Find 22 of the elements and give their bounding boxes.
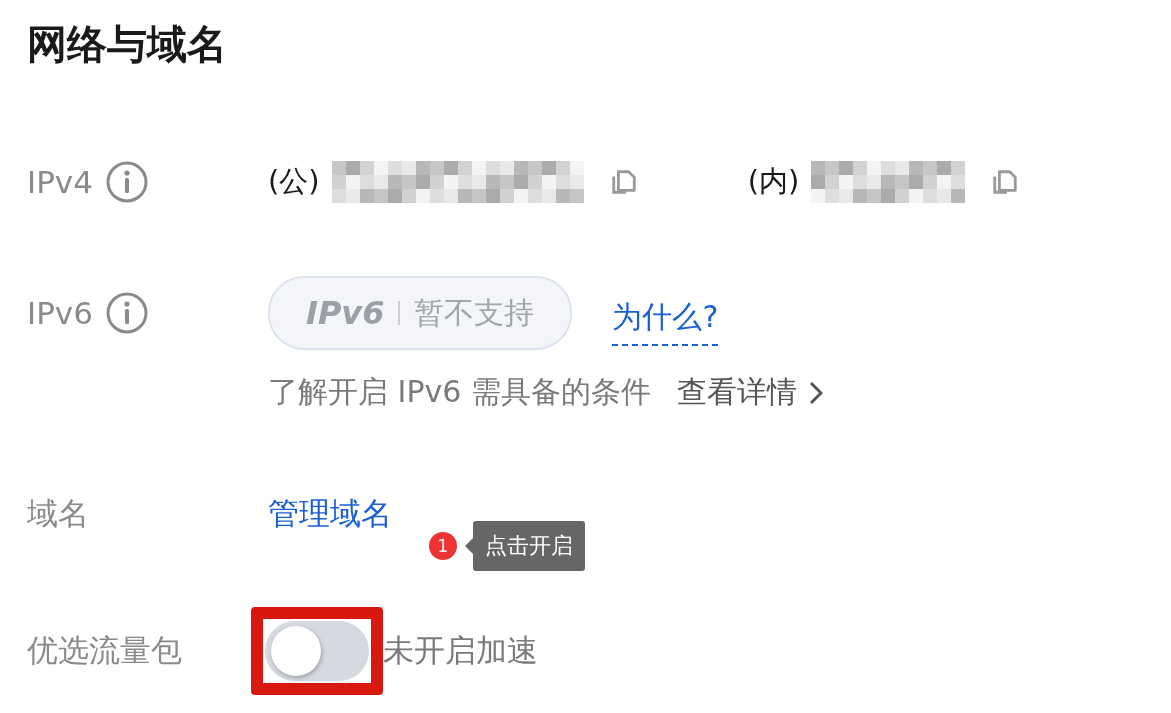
tooltip: 点击开启 <box>473 521 585 571</box>
info-icon[interactable] <box>104 291 149 335</box>
ipv6-logo: IPv6 <box>306 294 385 332</box>
copy-icon[interactable] <box>991 167 1020 197</box>
info-icon[interactable] <box>104 160 149 204</box>
details-link[interactable]: 查看详情 <box>676 372 797 413</box>
why-link[interactable]: 为什么? <box>612 296 719 346</box>
section-title: 网络与域名 <box>27 20 228 69</box>
field-label: 优选流量包 <box>27 631 182 670</box>
address-prefix: (内) <box>747 163 800 200</box>
copy-icon[interactable] <box>609 167 638 197</box>
status-text: 未开启加速 <box>383 631 538 670</box>
toggle-switch[interactable] <box>265 621 369 681</box>
field-label: IPv4 <box>27 164 93 200</box>
field-label: 域名 <box>27 494 89 533</box>
badge-text: 暂不支持 <box>414 293 535 332</box>
step-badge: 1 <box>429 532 457 560</box>
manage-domain-link[interactable]: 管理域名 <box>268 493 392 535</box>
chevron-right-icon[interactable] <box>808 380 823 405</box>
field-label: IPv6 <box>27 295 93 331</box>
address-prefix: (公) <box>268 163 320 200</box>
hint-text: 了解开启 IPv6 需具备的条件 <box>268 373 651 411</box>
